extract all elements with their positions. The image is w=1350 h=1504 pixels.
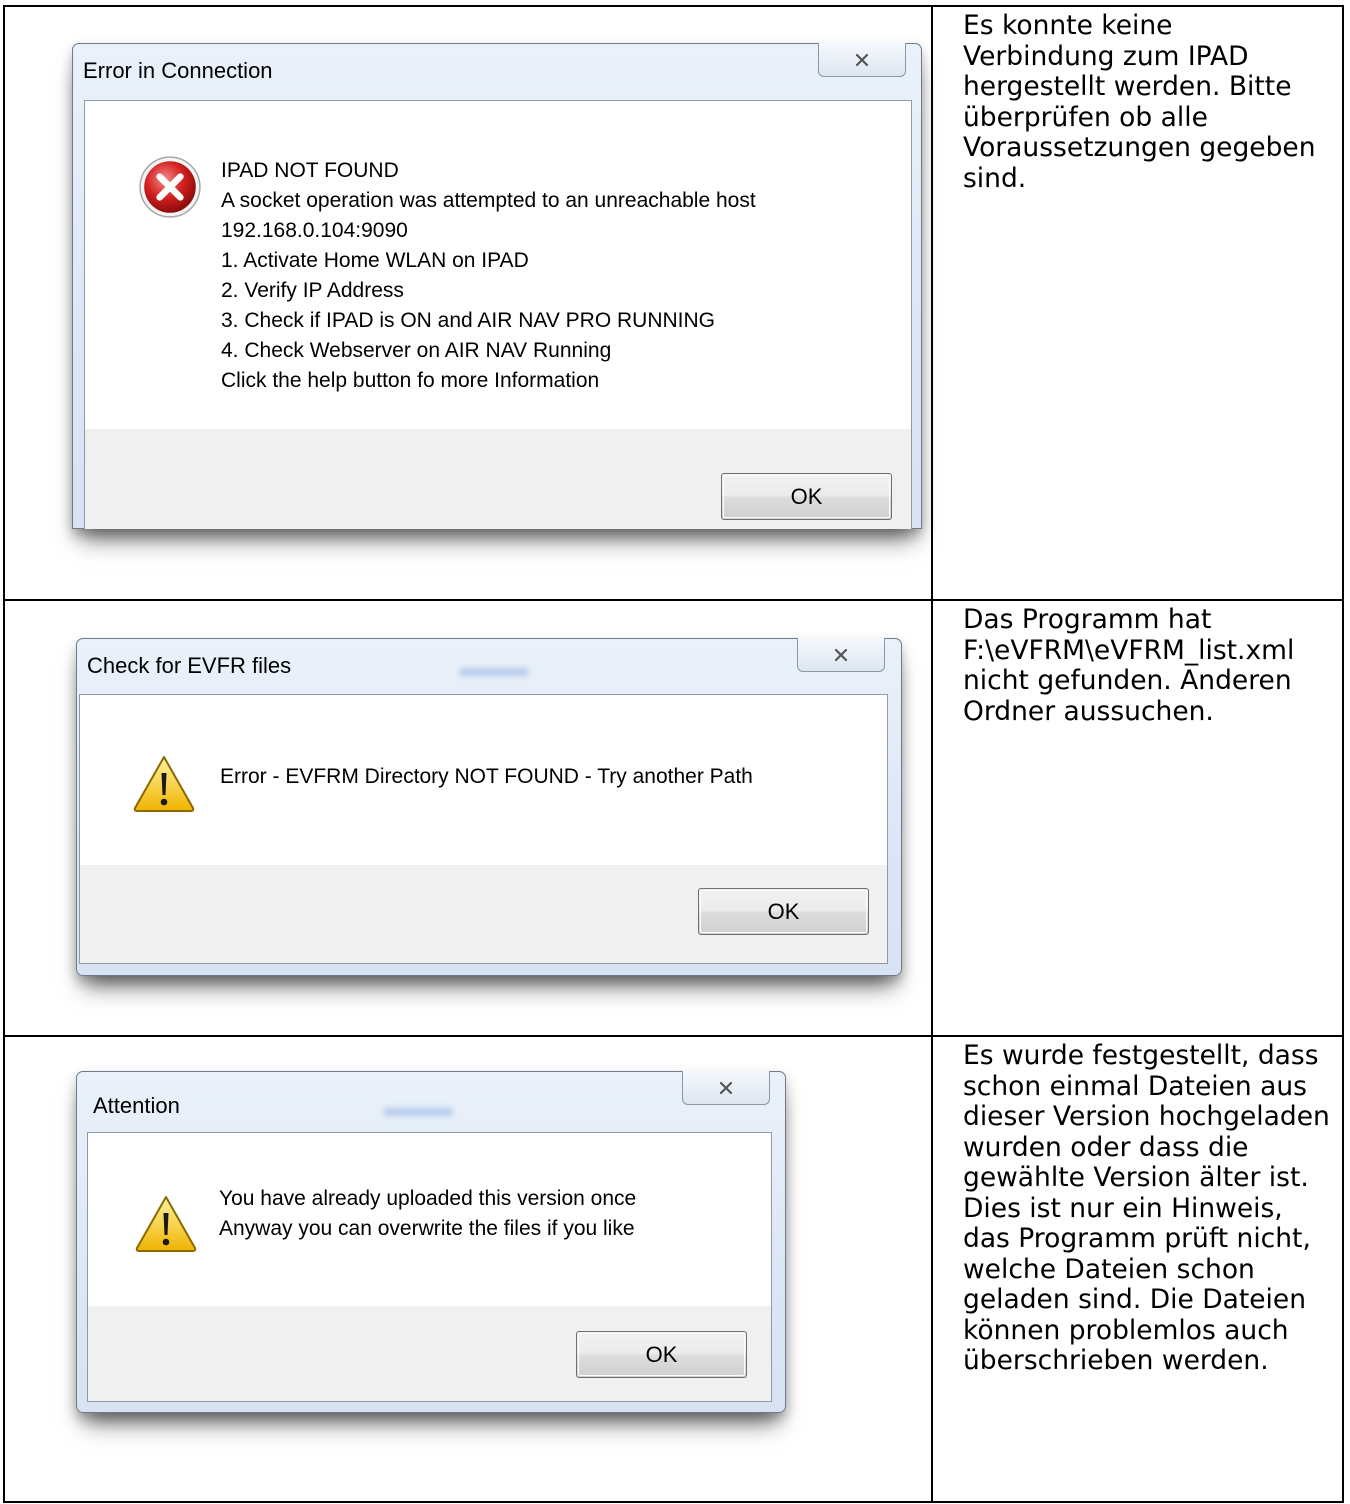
screenshot-cell: Attention You have already uploaded this… [3, 1035, 933, 1503]
ok-button-label: OK [767, 898, 800, 924]
blurred-text [383, 1108, 453, 1116]
table-row: Error in Connection IPAD NOT FOUND A soc… [3, 5, 1344, 601]
description-text: Es konnte keine Verbindung zum IPAD herg… [963, 10, 1324, 194]
description-cell: Es wurde festgestellt, dass schon einmal… [931, 1035, 1344, 1503]
dialog-body: You have already uploaded this version o… [87, 1132, 772, 1402]
dialog-title: Error in Connection [83, 58, 273, 83]
close-icon [855, 53, 869, 66]
document-table: Error in Connection IPAD NOT FOUND A soc… [3, 5, 1344, 1503]
ok-button[interactable]: OK [721, 473, 892, 520]
dialog-window-error-in-connection: Error in Connection IPAD NOT FOUND A soc… [72, 43, 922, 529]
table-row: Check for EVFR files Error - EVFRM Direc… [3, 599, 1344, 1037]
warning-icon [133, 756, 195, 812]
description-cell: Es konnte keine Verbindung zum IPAD herg… [931, 5, 1344, 601]
dialog-title: Check for EVFR files [87, 653, 292, 678]
dialog-message: Error - EVFRM Directory NOT FOUND - Try … [220, 765, 753, 788]
close-button[interactable] [797, 638, 885, 672]
blurred-text [459, 668, 529, 676]
table-row: Attention You have already uploaded this… [3, 1035, 1344, 1503]
ok-button-label: OK [645, 1341, 678, 1367]
ok-button[interactable]: OK [576, 1331, 747, 1378]
description-text: Das Programm hat F:\eVFRM\eVFRM_list.xml… [963, 604, 1303, 727]
dialog-window-attention: Attention You have already uploaded this… [76, 1071, 786, 1413]
description-text: Es wurde festgestellt, dass schon einmal… [963, 1040, 1330, 1376]
dialog-title: Attention [93, 1093, 180, 1118]
ok-button[interactable]: OK [698, 888, 869, 935]
dialog-message: IPAD NOT FOUND A socket operation was at… [221, 159, 756, 392]
ok-button-label: OK [790, 483, 823, 509]
description-cell: Das Programm hat F:\eVFRM\eVFRM_list.xml… [931, 599, 1344, 1037]
close-button[interactable] [682, 1071, 770, 1105]
screenshot-cell: Check for EVFR files Error - EVFRM Direc… [3, 599, 933, 1037]
close-icon [719, 1081, 733, 1094]
error-icon [139, 156, 201, 218]
close-icon [834, 648, 848, 661]
dialog-body: IPAD NOT FOUND A socket operation was at… [84, 100, 912, 529]
dialog-message: You have already uploaded this version o… [219, 1187, 637, 1240]
close-button[interactable] [818, 43, 906, 77]
dialog-body: Error - EVFRM Directory NOT FOUND - Try … [79, 694, 888, 964]
dialog-window-check-for-evfr-files: Check for EVFR files Error - EVFRM Direc… [76, 638, 902, 976]
warning-icon [135, 1196, 197, 1252]
screenshot-cell: Error in Connection IPAD NOT FOUND A soc… [3, 5, 933, 601]
